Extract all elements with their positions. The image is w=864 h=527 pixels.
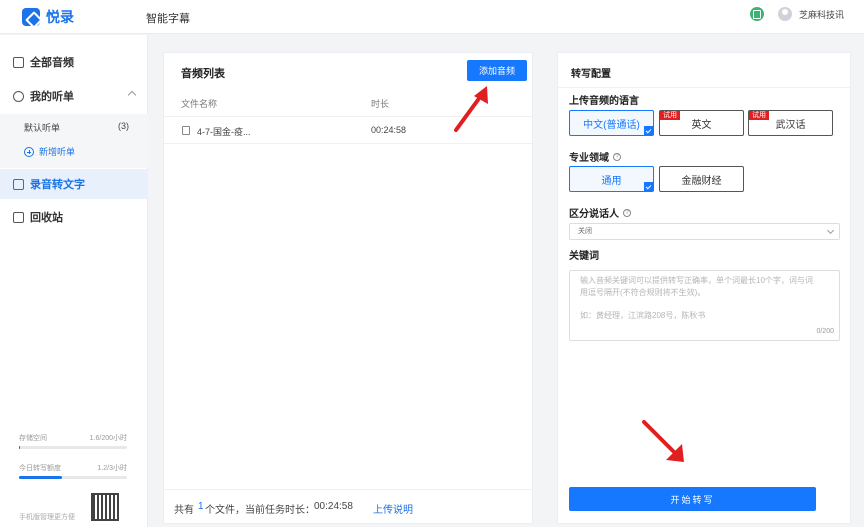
quota-info: 今日转写额度 1.2/3小时 (19, 463, 127, 473)
storage-info: 存储空间 1.6/200小时 (19, 433, 127, 443)
keywords-input[interactable]: 输入音频关键词可以提供转写正确率，单个词最长10个字，词与词 用逗号隔开(不符合… (569, 270, 840, 341)
qr-code (91, 493, 119, 521)
sidebar-item-transcribe[interactable]: 录音转文字 (0, 169, 148, 199)
language-label: 上传音频的语言 (569, 96, 639, 107)
top-bar: 悦录 智能字幕 芝麻科技讯 (0, 0, 864, 34)
option-label: 中文(普通话) (583, 119, 640, 131)
divider (558, 87, 850, 88)
chevron-up-icon (127, 90, 137, 100)
sidebar-item-label: 全部音频 (30, 57, 74, 69)
start-transcription-button[interactable]: 开始转写 (569, 487, 816, 511)
panel-title: 转写配置 (571, 69, 611, 80)
file-name[interactable]: 4-7-国金-疫... (197, 125, 251, 138)
sidebar: 全部音频 我的听单 默认听单 (3) 新增听单 录音转文字 回收站 存储空间 1… (0, 35, 148, 527)
speaker-value: 关闭 (578, 228, 592, 235)
sidebar-item-label: 我的听单 (30, 91, 74, 103)
keywords-label: 关键词 (569, 251, 599, 262)
sidebar-item-label: 录音转文字 (30, 179, 85, 191)
audio-icon (13, 56, 24, 68)
logo-icon (22, 7, 40, 26)
music-file-icon (182, 126, 190, 135)
storage-bar (19, 446, 127, 449)
transcribe-icon (13, 178, 24, 190)
storage-label: 存储空间 (19, 435, 47, 442)
help-icon[interactable]: ? (613, 152, 621, 161)
annotation-arrow-icon (642, 420, 684, 462)
sidebar-item-label: 回收站 (30, 212, 63, 224)
sidebar-item-recycle-bin[interactable]: 回收站 (0, 202, 148, 232)
trial-badge: 试用 (660, 111, 680, 120)
sub-list: 默认听单 (3) (0, 114, 148, 168)
language-option-wuhan[interactable]: 试用 武汉话 (748, 110, 833, 136)
quota-label: 今日转写额度 (19, 465, 61, 472)
help-icon[interactable]: ? (623, 208, 631, 217)
option-label: 金融财经 (681, 175, 722, 187)
panel-title: 音频列表 (181, 68, 225, 80)
app-name: 悦录 (46, 8, 74, 25)
upload-instructions-link[interactable]: 上传说明 (373, 501, 413, 516)
chevron-down-icon (826, 226, 835, 235)
page-label: 智能字幕 (146, 13, 190, 25)
new-list-label: 新增听单 (39, 147, 76, 157)
notification-icon[interactable] (749, 7, 764, 21)
option-label: 英文 (691, 119, 712, 131)
domain-section: 专业领域 ? (569, 149, 621, 164)
list-footer: 共有 1 个文件，当前任务时长： 00:24:58 上传说明 (164, 489, 532, 523)
column-header-duration: 时长 (371, 99, 390, 109)
trash-icon (13, 211, 24, 223)
playlist-icon (13, 90, 24, 102)
footer-count: 1 (198, 501, 204, 512)
char-counter: 0/200 (816, 328, 834, 335)
sidebar-item-my-lists[interactable]: 我的听单 (0, 81, 148, 111)
footer-middle: 个文件，当前任务时长： (205, 505, 315, 516)
annotation-arrow-icon (454, 86, 488, 132)
quota-bar (19, 476, 127, 479)
storage-bar-fill (19, 446, 20, 449)
plus-circle-icon (24, 146, 34, 157)
placeholder-line: 用逗号隔开(不符合规则将不生效)。 (580, 288, 706, 297)
sub-item-count: (3) (118, 121, 129, 131)
option-label: 通用 (601, 175, 622, 187)
option-label: 武汉话 (775, 119, 806, 131)
domain-label: 专业领域 (569, 153, 609, 164)
language-option-mandarin[interactable]: 中文(普通话) (569, 110, 654, 136)
column-header-name: 文件名称 (181, 99, 218, 109)
domain-option-finance[interactable]: 金融财经 (659, 166, 744, 192)
domain-option-general[interactable]: 通用 (569, 166, 654, 192)
speaker-section: 区分说话人 ? (569, 205, 631, 220)
sidebar-sub-item-default[interactable]: 默认听单 (24, 121, 60, 134)
footer-duration: 00:24:58 (314, 501, 353, 512)
add-audio-button[interactable]: 添加音频 (467, 60, 527, 81)
qr-caption: 手机版管理更方便 (19, 514, 75, 521)
new-list-button[interactable]: 新增听单 (24, 145, 75, 158)
quota-bar-fill (19, 476, 63, 479)
placeholder-line: 输入音频关键词可以提供转写正确率，单个词最长10个字，词与词 (580, 276, 813, 285)
language-option-english[interactable]: 试用 英文 (659, 110, 744, 136)
trial-badge: 试用 (749, 111, 769, 120)
speaker-select[interactable]: 关闭 (569, 223, 840, 240)
footer-prefix: 共有 (174, 505, 194, 516)
speaker-label: 区分说话人 (569, 209, 619, 220)
avatar[interactable] (777, 7, 792, 21)
storage-value: 1.6/200小时 (89, 435, 127, 442)
quota-value: 1.2/3小时 (97, 465, 127, 472)
user-name[interactable]: 芝麻科技讯 (799, 8, 844, 21)
transcription-config-panel: 转写配置 上传音频的语言 中文(普通话) 试用 英文 试用 武汉话 专业领域 ?… (557, 52, 851, 524)
placeholder-example: 如：黄经理，江滨路208号，陈秋书 (580, 311, 706, 320)
file-duration: 00:24:58 (371, 125, 407, 135)
app-logo[interactable]: 悦录 (22, 7, 74, 27)
top-right-area: 芝麻科技讯 (749, 7, 844, 21)
sidebar-item-all-audio[interactable]: 全部音频 (0, 47, 148, 77)
